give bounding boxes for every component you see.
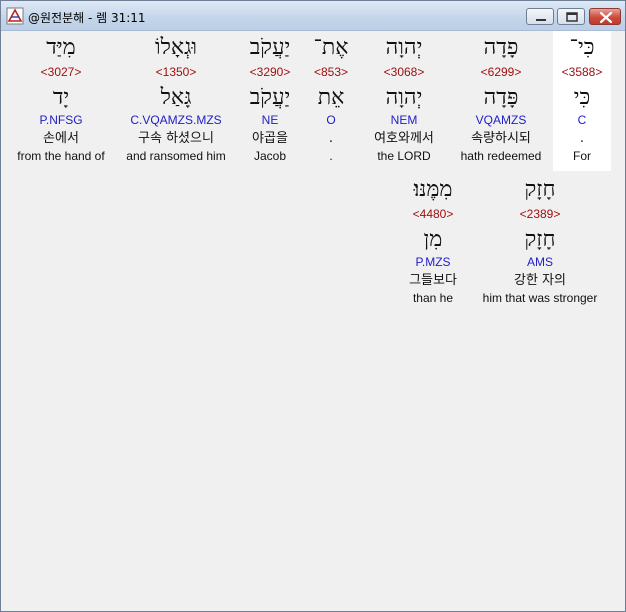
word-column[interactable]: וּגְאָלוֹ <1350> גָּאַל C.VQAMZS.MZS 구속 … (117, 31, 235, 171)
lemma: יָד (52, 85, 70, 110)
strong-number[interactable]: <6299> (453, 65, 549, 79)
hebrew-word[interactable]: יְהוָה (359, 35, 449, 61)
korean-gloss: . (328, 131, 334, 146)
korean-gloss: 속량하시되 (471, 131, 531, 146)
word-column[interactable]: חָזָק <2389> חָזָק AMS 강한 자의 him that wa… (473, 173, 607, 313)
hebrew-word[interactable]: פָדָה (453, 35, 549, 61)
english-gloss: For (573, 149, 591, 163)
lemma: יַעֲקֹב (249, 85, 291, 110)
maximize-button[interactable] (557, 8, 585, 25)
hebrew-word[interactable]: חָזָק (473, 177, 607, 203)
word-column[interactable]: יְהוָה <3068> יְהוָה NEM 여호와께서 the LORD (359, 31, 449, 171)
word-column[interactable]: כִּי־ <3588> כִּי C . For (553, 31, 611, 171)
word-column[interactable]: אֶת־ <853> אֵת O . . (303, 31, 359, 171)
parse-code: C (577, 113, 587, 127)
english-gloss: than he (412, 291, 454, 305)
english-gloss: the LORD (377, 149, 431, 163)
korean-gloss: 그들보다 (409, 273, 457, 288)
strong-number[interactable]: <3588> (553, 65, 611, 79)
strong-number[interactable]: <3027> (9, 65, 113, 79)
parse-code: VQAMZS (475, 113, 527, 127)
strong-number[interactable]: <3068> (359, 65, 449, 79)
maximize-icon (566, 12, 578, 22)
strong-number[interactable]: <2389> (473, 207, 607, 221)
english-gloss: and ransomed him (126, 149, 226, 163)
app-icon[interactable] (6, 7, 24, 25)
parse-code: O (326, 113, 336, 127)
title-bar[interactable]: @원전분해 - 렘 31:11 (1, 1, 625, 31)
hebrew-word[interactable]: יַעֲקֹב (239, 35, 301, 61)
strong-number[interactable]: <1350> (117, 65, 235, 79)
minimize-button[interactable] (526, 8, 554, 25)
minimize-icon (536, 19, 546, 21)
korean-gloss: . (579, 131, 585, 146)
word-column[interactable]: מִיַּד <3027> יָד P.NFSG 손에서 from the ha… (9, 31, 113, 171)
hebrew-word[interactable]: מִיַּד (9, 35, 113, 61)
app-window: @원전분해 - 렘 31:11 כִּי־ <3588> כִּי C . Fo… (0, 0, 626, 612)
word-column[interactable]: פָדָה <6299> פָּדָה VQAMZS 속량하시되 hath re… (453, 31, 549, 171)
parse-code: P.NFSG (39, 113, 83, 127)
word-column[interactable]: מִמֶּנּוּ׃ <4480> מִן P.MZS 그들보다 than he (395, 173, 471, 313)
lemma: כִּי (573, 85, 591, 110)
strong-number[interactable]: <853> (303, 65, 359, 79)
parse-code: AMS (526, 255, 553, 269)
interlinear-view[interactable]: כִּי־ <3588> כִּי C . For פָדָה <6299> פ… (3, 31, 623, 609)
parse-code: NEM (390, 113, 418, 127)
lemma: מִן (423, 227, 443, 252)
parse-code: NE (261, 113, 279, 127)
lemma: גָּאַל (160, 85, 192, 110)
word-column[interactable]: יַעֲקֹב <3290> יַעֲקֹב NE 야곱을 Jacob (239, 31, 301, 171)
lemma: פָּדָה (483, 85, 519, 110)
korean-gloss: 여호와께서 (374, 131, 434, 146)
hebrew-word[interactable]: מִמֶּנּוּ׃ (395, 177, 471, 203)
parse-code: C.VQAMZS.MZS (130, 113, 222, 127)
english-gloss: . (329, 149, 333, 163)
hebrew-word[interactable]: כִּי־ (553, 35, 611, 61)
close-button[interactable] (589, 8, 621, 25)
hebrew-word[interactable]: אֶת־ (303, 35, 359, 61)
english-gloss: Jacob (253, 149, 287, 163)
strong-number[interactable]: <3290> (239, 65, 301, 79)
parse-code: P.MZS (415, 255, 451, 269)
korean-gloss: 구속 하셨으니 (138, 131, 214, 146)
korean-gloss: 강한 자의 (514, 273, 566, 288)
english-gloss: him that was stronger (482, 291, 598, 305)
hebrew-word[interactable]: וּגְאָלוֹ (117, 35, 235, 61)
korean-gloss: 야곱을 (252, 131, 288, 146)
english-gloss: hath redeemed (460, 149, 542, 163)
window-title: @원전분해 - 렘 31:11 (28, 11, 146, 25)
lemma: אֵת (317, 85, 345, 110)
english-gloss: from the hand of (17, 149, 105, 163)
lemma: יְהוָה (385, 85, 423, 110)
strong-number[interactable]: <4480> (395, 207, 471, 221)
korean-gloss: 손에서 (43, 131, 79, 146)
lemma: חָזָק (524, 227, 556, 252)
close-icon (599, 11, 613, 24)
